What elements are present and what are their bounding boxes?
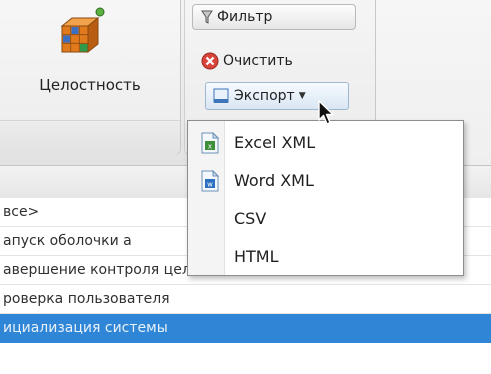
integrity-icon[interactable] bbox=[54, 4, 110, 62]
menu-item-csv[interactable]: CSV bbox=[188, 201, 463, 235]
menu-item-label: HTML bbox=[234, 246, 279, 266]
word-xml-file-icon: w bbox=[200, 169, 220, 196]
menu-item-label: Word XML bbox=[234, 170, 314, 190]
export-icon bbox=[212, 87, 230, 105]
mouse-cursor-icon bbox=[318, 100, 336, 126]
menu-item-label: Excel XML bbox=[234, 132, 316, 152]
menu-item-label: CSV bbox=[234, 208, 267, 228]
app-window: Целостность Фильтр Очистить Экспорт ▼ вс… bbox=[0, 0, 491, 374]
export-dropdown-menu: x Excel XML w Word XML CSV HTML bbox=[187, 120, 464, 276]
clear-icon bbox=[201, 52, 219, 70]
menu-item-html[interactable]: HTML bbox=[188, 239, 463, 273]
clear-button-label: Очистить bbox=[223, 53, 293, 69]
menu-item-word-xml[interactable]: w Word XML bbox=[188, 163, 463, 197]
export-button-label: Экспорт bbox=[234, 88, 295, 104]
list-item[interactable]: роверка пользователя bbox=[0, 285, 491, 314]
funnel-icon bbox=[201, 9, 213, 25]
list-item-selected[interactable]: ициализация системы bbox=[0, 314, 491, 343]
chevron-down-icon: ▼ bbox=[298, 91, 306, 101]
excel-xml-file-icon: x bbox=[200, 131, 220, 158]
integrity-button-label[interactable]: Целостность bbox=[0, 76, 180, 94]
clear-button[interactable]: Очистить bbox=[201, 48, 293, 74]
filter-button-label: Фильтр bbox=[217, 9, 273, 25]
filter-button[interactable]: Фильтр bbox=[192, 4, 356, 30]
ribbon-group-footer bbox=[0, 120, 180, 155]
ribbon-group-integrity: Целостность bbox=[0, 0, 181, 155]
menu-item-excel-xml[interactable]: x Excel XML bbox=[188, 125, 463, 159]
svg-text:x: x bbox=[208, 143, 212, 151]
svg-text:w: w bbox=[207, 181, 213, 189]
